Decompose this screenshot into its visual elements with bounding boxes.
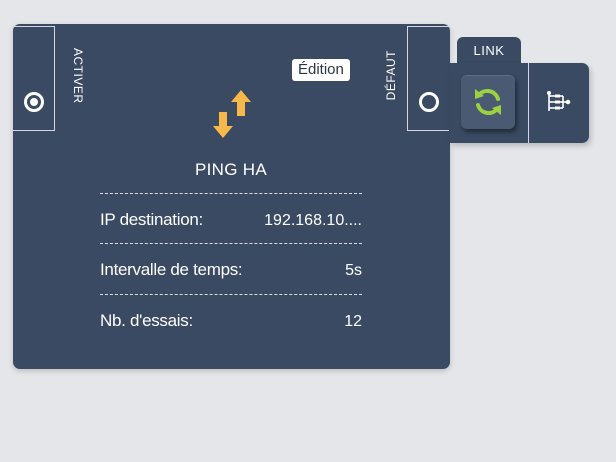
separator	[100, 243, 362, 244]
field-row-ip: IP destination: 192.168.10....	[100, 210, 362, 230]
canvas: ACTIVER DÉFAUT Édition PING HA IP destin…	[0, 0, 616, 462]
left-port-box	[13, 26, 55, 131]
activate-port-label: ACTIVER	[71, 48, 85, 104]
field-row-tries: Nb. d'essais: 12	[100, 311, 362, 331]
right-port-box	[407, 26, 449, 131]
activate-radio[interactable]	[24, 92, 44, 112]
edition-button[interactable]: Édition	[292, 59, 350, 81]
default-radio[interactable]	[419, 92, 439, 112]
field-value: 192.168.10....	[264, 212, 362, 229]
separator	[100, 294, 362, 295]
panel-divider	[528, 63, 529, 143]
field-label: Intervalle de temps:	[100, 260, 243, 279]
link-tab[interactable]: LINK	[457, 37, 521, 64]
sync-button[interactable]	[461, 75, 515, 129]
field-value: 5s	[345, 262, 362, 279]
tree-icon[interactable]	[546, 90, 572, 114]
field-label: IP destination:	[100, 210, 203, 229]
field-label: Nb. d'essais:	[100, 311, 193, 330]
ping-arrows-icon	[213, 90, 251, 138]
default-port-label: DÉFAUT	[384, 50, 398, 101]
field-row-interval: Intervalle de temps: 5s	[100, 260, 362, 280]
card-title: PING HA	[194, 160, 267, 179]
sync-icon	[475, 88, 501, 116]
separator	[100, 193, 362, 194]
field-value: 12	[344, 313, 362, 330]
